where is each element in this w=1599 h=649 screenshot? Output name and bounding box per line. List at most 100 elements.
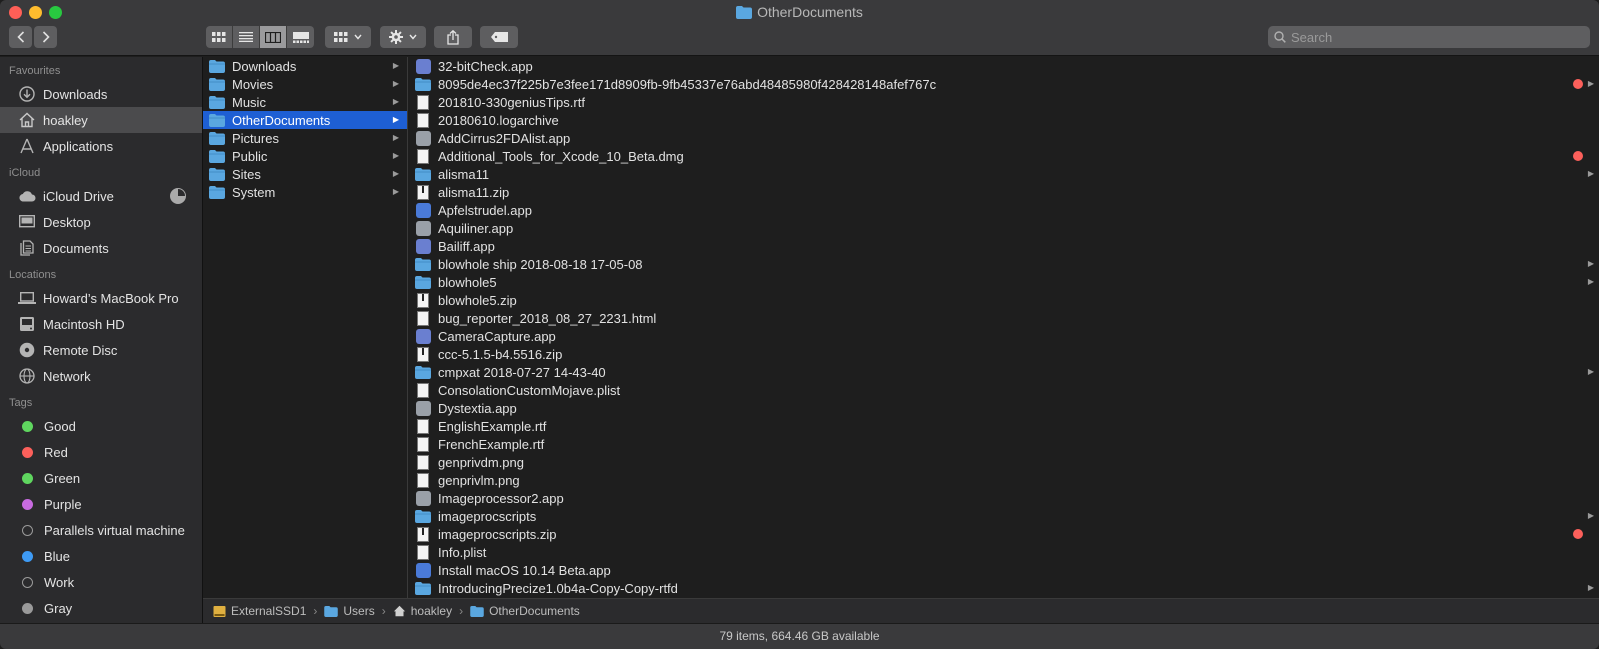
file-item-aquiliner-app[interactable]: Aquiliner.app — [409, 219, 1599, 237]
item-label: alisma11 — [438, 166, 490, 182]
sidebar-header-favourites: Favourites — [9, 65, 61, 77]
file-item-install-macos-10-14-beta-app[interactable]: Install macOS 10.14 Beta.app — [409, 561, 1599, 579]
icon-view-button[interactable] — [206, 26, 233, 48]
sidebar-tag-blue[interactable]: Blue — [0, 543, 202, 569]
file-item-blowhole-ship-2018-08-18-17-05-08[interactable]: blowhole ship 2018-08-18 17-05-08 ▶ — [409, 255, 1599, 273]
file-item-genprivlm-png[interactable]: genprivlm.png — [409, 471, 1599, 489]
file-item-bug-reporter-2018-08-27-2231-html[interactable]: bug_reporter_2018_08_27_2231.html — [409, 309, 1599, 327]
sidebar-item-downloads[interactable]: Downloads — [0, 81, 202, 107]
file-item-dystextia-app[interactable]: Dystextia.app — [409, 399, 1599, 417]
item-label: IntroducingPrecize1.0b4a-Copy-Copy-rtfd — [438, 580, 678, 596]
column1-item-otherdocuments[interactable]: OtherDocuments ▶ — [203, 111, 407, 129]
sidebar-tag-purple[interactable]: Purple — [0, 491, 202, 517]
folder-icon — [415, 167, 431, 181]
document-icon — [417, 472, 429, 488]
search-field[interactable]: Search — [1268, 26, 1590, 48]
file-item-imageprocscripts-zip[interactable]: imageprocscripts.zip — [409, 525, 1599, 543]
column1-item-music[interactable]: Music ▶ — [203, 93, 407, 111]
column1-item-pictures[interactable]: Pictures ▶ — [203, 129, 407, 147]
action-button[interactable] — [380, 26, 426, 48]
item-label: genprivlm.png — [438, 472, 520, 488]
item-label: bug_reporter_2018_08_27_2231.html — [438, 310, 657, 326]
sidebar-tag-green[interactable]: Green — [0, 465, 202, 491]
path-item-otherdocuments[interactable]: OtherDocuments — [470, 604, 580, 618]
column-view-button[interactable] — [260, 26, 287, 48]
item-label: Sites — [232, 166, 261, 182]
column1-item-public[interactable]: Public ▶ — [203, 147, 407, 165]
column1-item-sites[interactable]: Sites ▶ — [203, 165, 407, 183]
sidebar-item-macintosh-hd[interactable]: Macintosh HD — [0, 311, 202, 337]
sidebar-item-label: Desktop — [43, 214, 91, 230]
file-item-cmpxat-2018-07-27-14-43-40[interactable]: cmpxat 2018-07-27 14-43-40 ▶ — [409, 363, 1599, 381]
path-item-hoakley[interactable]: hoakley — [393, 604, 452, 618]
file-item-blowhole5-zip[interactable]: blowhole5.zip — [409, 291, 1599, 309]
folder-icon — [209, 149, 225, 163]
back-button[interactable] — [9, 26, 32, 48]
file-item-additional-tools-for-xcode-10-beta-dmg[interactable]: Additional_Tools_for_Xcode_10_Beta.dmg — [409, 147, 1599, 165]
gallery-view-button[interactable] — [287, 26, 314, 48]
sidebar-item-hoakley[interactable]: hoakley — [0, 107, 202, 133]
window-title: OtherDocuments — [0, 4, 1599, 20]
sidebar-tag-red[interactable]: Red — [0, 439, 202, 465]
tag-dot-icon — [22, 576, 33, 588]
file-item-20180610-logarchive[interactable]: 20180610.logarchive — [409, 111, 1599, 129]
column1-item-downloads[interactable]: Downloads ▶ — [203, 57, 407, 75]
sidebar-tag-gray[interactable]: Gray — [0, 595, 202, 621]
forward-button[interactable] — [34, 26, 57, 48]
file-item-addcirrus2fdalist-app[interactable]: AddCirrus2FDAlist.app — [409, 129, 1599, 147]
item-label: blowhole ship 2018-08-18 17-05-08 — [438, 256, 643, 272]
disclosure-arrow-icon: ▶ — [1587, 583, 1594, 592]
share-button[interactable] — [434, 26, 472, 48]
list-view-button[interactable] — [233, 26, 260, 48]
column1-item-system[interactable]: System ▶ — [203, 183, 407, 201]
file-item-genprivdm-png[interactable]: genprivdm.png — [409, 453, 1599, 471]
app-icon — [416, 490, 431, 506]
tag-icon — [490, 32, 508, 42]
file-item-frenchexample-rtf[interactable]: FrenchExample.rtf — [409, 435, 1599, 453]
sidebar-item-remote-disc[interactable]: Remote Disc — [0, 337, 202, 363]
disc-icon — [18, 341, 36, 359]
sidebar-item-desktop[interactable]: Desktop — [0, 209, 202, 235]
file-item-201810-330geniustips-rtf[interactable]: 201810-330geniusTips.rtf — [409, 93, 1599, 111]
sidebar-item-label: Remote Disc — [43, 342, 118, 358]
sidebar-item-applications[interactable]: Applications — [0, 133, 202, 159]
file-item-32-bitcheck-app[interactable]: 32-bitCheck.app — [409, 57, 1599, 75]
path-bar: ExternalSSD1 › Users › hoakley › OtherDo… — [203, 598, 1599, 623]
file-item-alisma11-zip[interactable]: alisma11.zip — [409, 183, 1599, 201]
file-item-consolationcustommojave-plist[interactable]: ConsolationCustomMojave.plist — [409, 381, 1599, 399]
item-label: Dystextia.app — [438, 400, 517, 416]
file-item-info-plist[interactable]: Info.plist — [409, 543, 1599, 561]
item-label: Install macOS 10.14 Beta.app — [438, 562, 611, 578]
path-item-externalssd1[interactable]: ExternalSSD1 — [213, 604, 306, 618]
item-label: 20180610.logarchive — [438, 112, 559, 128]
sidebar-tag-parallels[interactable]: Parallels virtual machine — [0, 517, 202, 543]
search-icon — [1274, 31, 1286, 43]
sidebar-tag-good[interactable]: Good — [0, 413, 202, 439]
sidebar-item-macbook-pro[interactable]: Howard’s MacBook Pro — [0, 285, 202, 311]
file-item-ccc-5-1-5-b4-5516-zip[interactable]: ccc-5.1.5-b4.5516.zip — [409, 345, 1599, 363]
file-item-cameracapture-app[interactable]: CameraCapture.app — [409, 327, 1599, 345]
file-item-imageprocscripts[interactable]: imageprocscripts ▶ — [409, 507, 1599, 525]
item-label: OtherDocuments — [232, 112, 331, 128]
file-item-introducingprecize1-0b4a-copy-copy-rtfd[interactable]: IntroducingPrecize1.0b4a-Copy-Copy-rtfd ▶ — [409, 579, 1599, 597]
document-icon — [417, 382, 429, 398]
column1-item-movies[interactable]: Movies ▶ — [203, 75, 407, 93]
finder-window: OtherDocuments Search Favourites Downloa… — [0, 0, 1599, 649]
file-item-8095de4ec37f225b7e3fee171d8909fb-9fb4533[interactable]: 8095de4ec37f225b7e3fee171d8909fb-9fb4533… — [409, 75, 1599, 93]
group-by-button[interactable] — [325, 26, 371, 48]
file-item-apfelstrudel-app[interactable]: Apfelstrudel.app — [409, 201, 1599, 219]
path-item-users[interactable]: Users — [324, 604, 375, 618]
app-icon — [416, 328, 431, 344]
file-item-imageprocessor2-app[interactable]: Imageprocessor2.app — [409, 489, 1599, 507]
tags-button[interactable] — [480, 26, 518, 48]
sidebar-item-network[interactable]: Network — [0, 363, 202, 389]
file-item-englishexample-rtf[interactable]: EnglishExample.rtf — [409, 417, 1599, 435]
sidebar-item-documents[interactable]: Documents — [0, 235, 202, 261]
item-label: Downloads — [232, 58, 297, 74]
file-item-alisma11[interactable]: alisma11 ▶ — [409, 165, 1599, 183]
file-item-bailiff-app[interactable]: Bailiff.app — [409, 237, 1599, 255]
path-separator-icon: › — [381, 604, 386, 618]
file-item-blowhole5[interactable]: blowhole5 ▶ — [409, 273, 1599, 291]
sidebar-item-icloud-drive[interactable]: iCloud Drive — [0, 183, 202, 209]
sidebar-tag-work[interactable]: Work — [0, 569, 202, 595]
